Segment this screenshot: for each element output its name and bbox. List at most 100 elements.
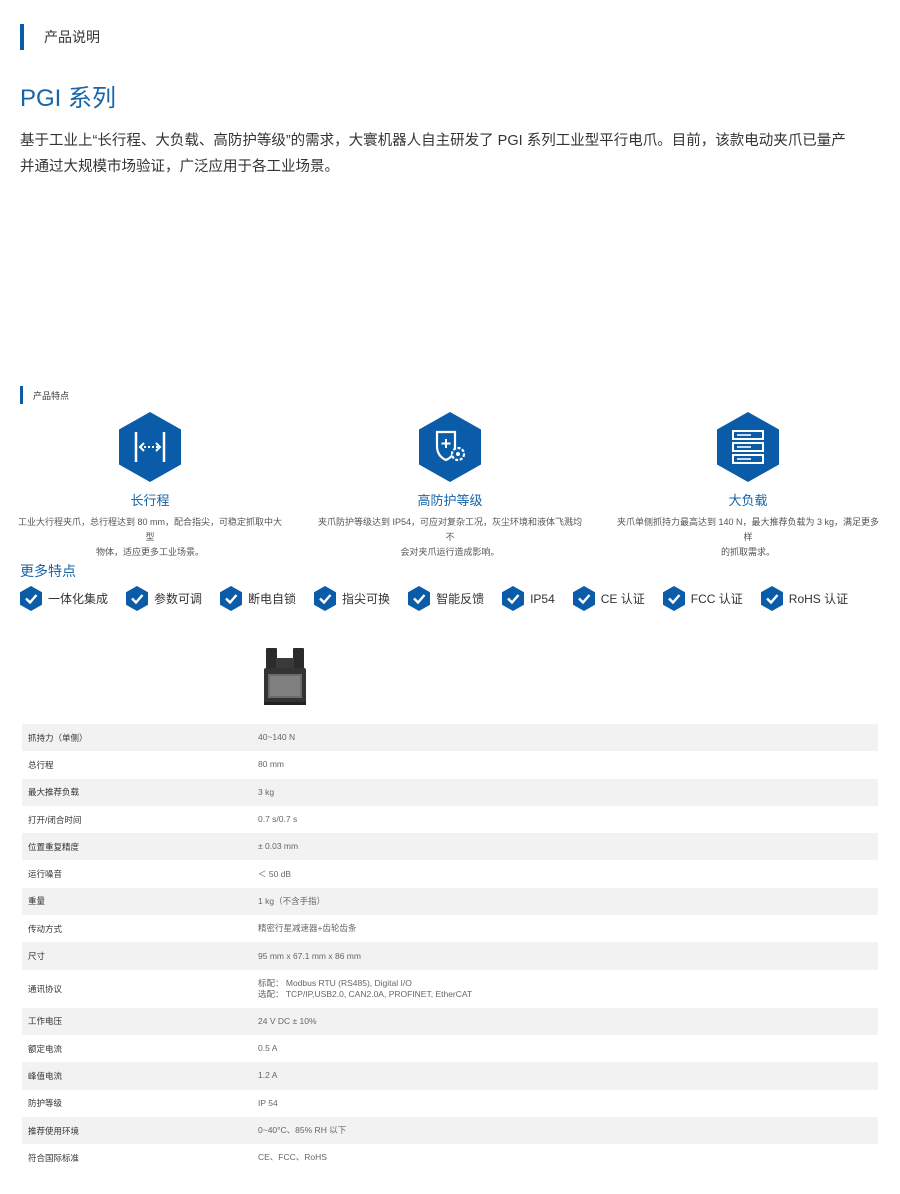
spec-value-line: 0.5 A bbox=[258, 1043, 278, 1054]
feature-tag: FCC 认证 bbox=[662, 586, 743, 611]
spec-row: 峰值电流 1.2 A bbox=[22, 1062, 878, 1090]
gripper-product-image bbox=[264, 648, 306, 705]
spec-value-line: 95 mm x 67.1 mm x 86 mm bbox=[258, 950, 361, 961]
spec-value: 1 kg（不含手指） bbox=[258, 896, 325, 907]
feature-tag-label: FCC 认证 bbox=[690, 592, 743, 606]
spec-value: 40~140 N bbox=[258, 732, 295, 743]
server-rack-icon bbox=[717, 412, 779, 482]
feature-tag: 断电自锁 bbox=[220, 586, 296, 611]
feature-desc: 夹爪单侧抓持力最高达到 140 N，最大推荐负载为 3 kg，满足更多样 的抓取… bbox=[613, 515, 883, 560]
spec-key: 最大推荐负载 bbox=[28, 787, 80, 798]
spec-table: 抓持力（单侧） 40~140 N 总行程 80 mm 最大推荐负载 3 kg 打开/闭合时间… bbox=[22, 724, 878, 1171]
spec-value-line: ± 0.03 mm bbox=[258, 841, 299, 852]
spec-value: 3 kg bbox=[258, 787, 274, 798]
check-hex-icon bbox=[760, 586, 783, 611]
feature-desc-line: 物体，适应更多工业场景。 bbox=[95, 547, 204, 557]
spec-value: ＜ 50 dB bbox=[258, 869, 291, 880]
feature-tag: RoHS 认证 bbox=[760, 586, 849, 611]
spec-value: 精密行星减速器+齿轮齿条 bbox=[258, 923, 356, 934]
spec-value: CE、FCC、RoHS bbox=[258, 1152, 327, 1163]
page-title: PGI 系列 bbox=[20, 85, 117, 112]
spec-value-line: 精密行星减速器+齿轮齿条 bbox=[258, 923, 357, 934]
spec-value: 0~40°C、85% RH 以下 bbox=[258, 1125, 346, 1136]
feature-desc-line: 夹爪单侧抓持力最高达到 140 N，最大推荐负载为 3 kg，满足更多样 bbox=[616, 517, 880, 542]
more-features-title: 更多特点 bbox=[20, 563, 76, 579]
feature-title: 长行程 bbox=[130, 493, 170, 508]
feature-tag-label: CE 认证 bbox=[600, 592, 645, 606]
spec-key: 尺寸 bbox=[28, 951, 46, 962]
check-hex-icon bbox=[572, 586, 595, 611]
feature-tag: IP54 bbox=[502, 586, 555, 611]
spec-value: 95 mm x 67.1 mm x 86 mm bbox=[258, 951, 361, 962]
features-label: 产品特点 bbox=[33, 390, 70, 401]
spec-value-line: 0~40°C、85% RH 以下 bbox=[258, 1125, 347, 1135]
long-stroke-icon bbox=[119, 412, 181, 482]
feature-desc-line: 夹爪防护等级达到 IP54，可应对复杂工况，灰尘环境和液体飞溅均不 bbox=[317, 517, 583, 542]
features-accent-bar bbox=[20, 386, 23, 404]
feature-tag-label: 参数可调 bbox=[154, 592, 203, 606]
spec-value-line: ＜ 50 dB bbox=[258, 868, 292, 879]
spec-key: 重量 bbox=[28, 896, 46, 907]
feature-tag: 参数可调 bbox=[126, 586, 202, 611]
spec-key: 工作电压 bbox=[28, 1016, 63, 1027]
spec-key: 额定电流 bbox=[28, 1043, 63, 1054]
check-hex-icon bbox=[126, 586, 149, 611]
spec-row: 传动方式 精密行星减速器+齿轮齿条 bbox=[22, 915, 878, 942]
feature-tag-label: 一体化集成 bbox=[48, 592, 109, 606]
feature-tag: CE 认证 bbox=[572, 586, 645, 611]
spec-key: 峰值电流 bbox=[28, 1070, 63, 1081]
check-hex-icon bbox=[408, 586, 431, 611]
spec-value-line: IP 54 bbox=[258, 1097, 278, 1108]
spec-key: 推荐使用环境 bbox=[28, 1125, 80, 1136]
spec-row: 打开/闭合时间 0.7 s/0.7 s bbox=[22, 806, 878, 833]
intro-line-2: 并通过大规模市场验证，广泛应用于各工业场景。 bbox=[20, 159, 339, 175]
shield-gear-icon bbox=[419, 412, 481, 482]
spec-row: 运行噪音 ＜ 50 dB bbox=[22, 860, 878, 887]
feature-desc-line: 工业大行程夹爪，总行程达到 80 mm，配合指尖，可稳定抓取中大型 bbox=[17, 517, 282, 542]
spec-key: 传动方式 bbox=[28, 923, 63, 934]
check-hex-icon bbox=[502, 586, 525, 611]
feature-desc: 夹爪防护等级达到 IP54，可应对复杂工况，灰尘环境和液体飞溅均不 会对夹爪运行… bbox=[315, 515, 585, 560]
feature-title: 高防护等级 bbox=[417, 493, 483, 508]
spec-key: 抓持力（单侧） bbox=[28, 732, 88, 743]
spec-value: IP 54 bbox=[258, 1098, 278, 1109]
feature-desc-line: 的抓取需求。 bbox=[720, 547, 775, 557]
spec-value-line: 选配： TCP/IP,USB2.0, CAN2.0A, PROFINET, Et… bbox=[258, 988, 473, 999]
feature-tag: 指尖可换 bbox=[314, 586, 390, 611]
spec-key: 总行程 bbox=[28, 759, 54, 770]
feature-long-stroke: 长行程 工业大行程夹爪，总行程达到 80 mm，配合指尖，可稳定抓取中大型 物体… bbox=[15, 412, 285, 560]
features-header: 产品特点 bbox=[20, 386, 69, 404]
feature-tag-label: 智能反馈 bbox=[436, 592, 485, 606]
spec-key: 符合国际标准 bbox=[28, 1152, 80, 1163]
spec-row: 尺寸 95 mm x 67.1 mm x 86 mm bbox=[22, 942, 878, 970]
spec-value: 24 V DC ± 10% bbox=[258, 1016, 317, 1027]
check-hex-icon bbox=[20, 586, 42, 611]
spec-key: 防护等级 bbox=[28, 1098, 63, 1109]
spec-value: 1.2 A bbox=[258, 1070, 277, 1081]
check-hex-icon bbox=[662, 586, 685, 611]
check-hex-icon bbox=[314, 586, 337, 611]
spec-row: 最大推荐负载 3 kg bbox=[22, 778, 878, 806]
section-header: 产品说明 bbox=[20, 24, 100, 50]
spec-key: 通讯协议 bbox=[28, 983, 63, 994]
spec-value-line: 40~140 N bbox=[258, 732, 296, 743]
spec-row: 防护等级 IP 54 bbox=[22, 1090, 878, 1117]
spec-key: 打开/闭合时间 bbox=[28, 814, 82, 825]
spec-value-line: CE、FCC、RoHS bbox=[258, 1152, 327, 1163]
feature-desc-line: 会对夹爪运行造成影响。 bbox=[400, 547, 500, 557]
spec-value: 0.5 A bbox=[258, 1043, 277, 1054]
spec-value: 80 mm bbox=[258, 759, 284, 770]
spec-row: 额定电流 0.5 A bbox=[22, 1035, 878, 1062]
spec-value: ± 0.03 mm bbox=[258, 841, 298, 852]
feature-tag-label: 断电自锁 bbox=[248, 592, 297, 606]
spec-row: 工作电压 24 V DC ± 10% bbox=[22, 1007, 878, 1035]
spec-row: 重量 1 kg（不含手指） bbox=[22, 887, 878, 916]
spec-row: 位置重复精度 ± 0.03 mm bbox=[22, 833, 878, 861]
spec-row: 符合国际标准 CE、FCC、RoHS bbox=[22, 1144, 878, 1171]
spec-value-line: 0.7 s/0.7 s bbox=[258, 814, 298, 825]
spec-value-line: 24 V DC ± 10% bbox=[258, 1015, 317, 1026]
intro-line-1: 基于工业上“长行程、大负载、高防护等级”的需求，大寰机器人自主研发了 PGI 系… bbox=[20, 133, 846, 149]
intro-paragraph: 基于工业上“长行程、大负载、高防护等级”的需求，大寰机器人自主研发了 PGI 系… bbox=[20, 128, 850, 180]
spec-row: 总行程 80 mm bbox=[22, 751, 878, 778]
feature-tag-label: RoHS 认证 bbox=[788, 592, 849, 606]
